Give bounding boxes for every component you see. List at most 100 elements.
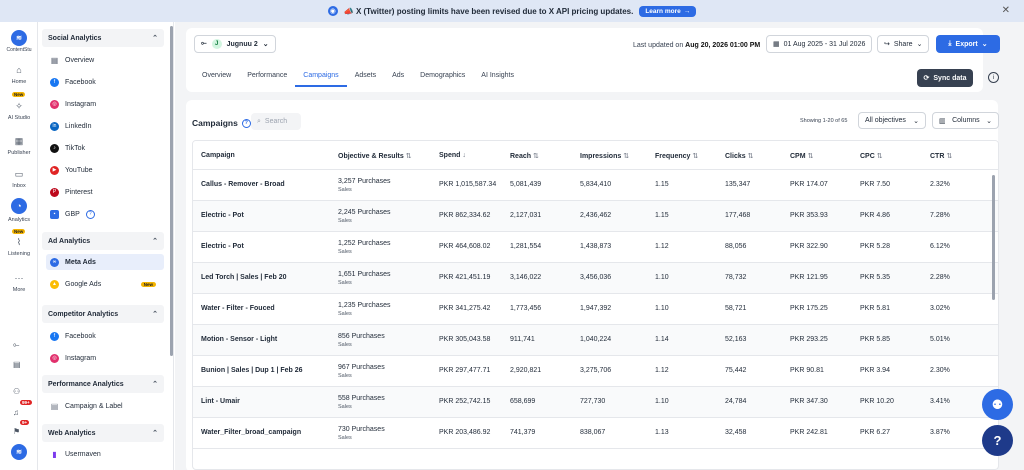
tab-ai-insights[interactable]: AI Insights <box>473 72 522 87</box>
clicks-value: 135,347 <box>725 181 751 188</box>
question-icon: ? <box>993 433 1002 448</box>
close-banner-icon[interactable]: ✕ <box>1002 5 1010 16</box>
date-range-picker[interactable]: ▦ 01 Aug 2025 - 31 Jul 2026 <box>766 35 873 53</box>
col-ctr[interactable]: CTR ⇅ <box>930 152 952 160</box>
objective-results: 730 Purchases Sales <box>338 425 385 443</box>
workspace-avatar[interactable]: ≋ <box>11 444 27 460</box>
sidebar-item-competitor-instagram[interactable]: ◎ Instagram <box>46 350 164 366</box>
rail-more[interactable]: ··· More <box>0 272 38 293</box>
objective-results: 967 Purchases Sales <box>338 363 385 381</box>
col-cpm[interactable]: CPM ⇅ <box>790 152 813 160</box>
brand-name: ContentStu <box>6 47 32 53</box>
competitor-analytics-header[interactable]: Competitor Analytics ⌃ <box>42 305 164 323</box>
col-spend[interactable]: Spend ↓ <box>439 152 466 159</box>
sidebar-item-gbp[interactable]: ▪ GBP? <box>46 206 164 222</box>
table-row[interactable]: Water_Filter_broad_campaign 730 Purchases… <box>193 418 998 449</box>
sidebar-item-meta-ads[interactable]: ∞ Meta Ads <box>46 254 164 270</box>
impressions-value: 3,275,706 <box>580 367 612 374</box>
col-reach[interactable]: Reach ⇅ <box>510 152 539 160</box>
rail-publisher[interactable]: ▦ Publisher <box>0 135 38 156</box>
col-impressions[interactable]: Impressions ⇅ <box>580 152 629 160</box>
table-row[interactable]: Bunion | Sales | Dup 1 | Feb 26 967 Purch… <box>193 356 998 387</box>
flag-icon[interactable]: ⚑ <box>13 427 20 436</box>
col-objective[interactable]: Objective & Results ⇅ <box>338 152 412 160</box>
objective-filter[interactable]: All objectives ⌄ <box>858 112 926 129</box>
tab-demographics[interactable]: Demographics <box>412 72 473 87</box>
table-row[interactable]: Electric - Pot 1,252 Purchases Sales PKR 46… <box>193 232 998 263</box>
col-clicks[interactable]: Clicks ⇅ <box>725 152 754 160</box>
campaign-search[interactable]: ⌕ Search <box>251 113 301 130</box>
rail-ai-studio[interactable]: ✧ AI Studio <box>0 100 38 121</box>
sidebar-item-instagram[interactable]: ◎ Instagram <box>46 96 164 112</box>
sidebar-item-usermaven[interactable]: ▮ Usermaven <box>46 446 164 462</box>
spend-value: PKR 1,015,587.34 <box>439 181 497 188</box>
frequency-value: 1.12 <box>655 367 669 374</box>
tab-performance[interactable]: Performance <box>239 72 295 87</box>
learn-more-button[interactable]: Learn more → <box>639 5 697 17</box>
objective-results: 1,252 Purchases Sales <box>338 239 391 257</box>
tab-adsets[interactable]: Adsets <box>347 72 384 87</box>
sidebar-item-campaign-label[interactable]: ▤ Campaign & Label <box>46 398 164 414</box>
sidebar-item-google-ads[interactable]: ▲ Google Ads New <box>46 276 164 292</box>
campaign-name: Lint - Umair <box>201 398 240 405</box>
table-row[interactable]: Water - Filter - Fouced 1,235 Purchases Sa… <box>193 294 998 325</box>
result-count: 1,235 Purchases <box>338 302 391 309</box>
rail-listening[interactable]: ⌇ Listening <box>0 236 38 257</box>
sync-data-button[interactable]: ⟳ Sync data <box>917 69 973 87</box>
table-row[interactable]: Led Torch | Sales | Feb 20 1,651 Purchase… <box>193 263 998 294</box>
book-icon[interactable]: ▤ <box>13 360 21 369</box>
chatbot-button[interactable]: ⚉ <box>982 389 1013 420</box>
sidebar-item-pinterest[interactable]: P Pinterest <box>46 184 164 200</box>
web-analytics-header[interactable]: Web Analytics ⌃ <box>42 424 164 442</box>
rail-inbox[interactable]: ▭ Inbox <box>0 168 38 189</box>
sidebar-scrollbar[interactable] <box>170 26 173 356</box>
help-button[interactable]: ? <box>982 425 1013 456</box>
sidebar-item-linkedin[interactable]: in LinkedIn <box>46 118 164 134</box>
megaphone-icon: ◉ <box>327 6 338 16</box>
robot-icon: ⚉ <box>991 396 1004 412</box>
table-scrollbar[interactable] <box>992 175 995 300</box>
columns-button[interactable]: ▥ Columns ⌄ <box>932 112 999 129</box>
brand-logo-icon[interactable]: ≋ <box>11 30 27 46</box>
sidebar-item-competitor-facebook[interactable]: f Facebook <box>46 328 164 344</box>
user-icon[interactable]: ⚇ <box>13 387 20 396</box>
col-campaign[interactable]: Campaign <box>201 152 235 159</box>
more-icon: ··· <box>14 273 24 283</box>
ctr-value: 3.02% <box>930 305 950 312</box>
table-row[interactable]: Electric - Pot 2,245 Purchases Sales PKR 86… <box>193 201 998 232</box>
listening-icon: ⌇ <box>16 237 22 247</box>
table-row[interactable]: Lint - Umair 558 Purchases Sales PKR 252,74… <box>193 387 998 418</box>
objective-type: Sales <box>338 435 352 441</box>
tab-ads[interactable]: Ads <box>384 72 412 87</box>
social-analytics-header[interactable]: Social Analytics ⌃ <box>42 29 164 47</box>
share-button[interactable]: ↪ Share ⌄ <box>877 35 930 53</box>
sidebar-item-facebook[interactable]: f Facebook <box>46 74 164 90</box>
campaign-name: Callus - Remover - Broad <box>201 181 285 188</box>
cpc-value: PKR 3.94 <box>860 367 890 374</box>
col-cpc[interactable]: CPC ⇅ <box>860 152 883 160</box>
tab-overview[interactable]: Overview <box>194 72 239 87</box>
clicks-value: 58,721 <box>725 305 747 312</box>
sidebar-item-youtube[interactable]: ▶ YouTube <box>46 162 164 178</box>
help-icon[interactable]: ? <box>85 209 95 219</box>
col-frequency[interactable]: Frequency ⇅ <box>655 152 698 160</box>
rail-home[interactable]: ⌂ Home <box>0 64 38 85</box>
sidebar-item-overview[interactable]: ▦ Overview <box>46 52 164 68</box>
table-row[interactable]: Motion - Sensor - Light 856 Purchases Sale… <box>193 325 998 356</box>
rail-analytics[interactable]: ◔ Analytics <box>0 198 38 223</box>
cpc-value: PKR 4.86 <box>860 212 890 219</box>
gbp-icon: ▪ <box>50 209 59 219</box>
export-button[interactable]: ⤓ Export ⌄ <box>936 35 1000 53</box>
spend-value: PKR 203,486.92 <box>439 429 491 436</box>
table-row[interactable]: Callus - Remover - Broad 3,257 Purchases S… <box>193 170 998 201</box>
ad-analytics-header[interactable]: Ad Analytics ⌃ <box>42 232 164 250</box>
help-icon[interactable]: ? <box>241 118 251 128</box>
chevron-up-icon: ⌃ <box>152 35 158 42</box>
workflow-icon[interactable]: ⟜ <box>13 340 19 350</box>
sidebar-item-tiktok[interactable]: ♪ TikTok <box>46 140 164 156</box>
tab-campaigns[interactable]: Campaigns <box>295 72 347 87</box>
bell-icon[interactable]: ♫ <box>13 408 19 417</box>
performance-analytics-header[interactable]: Performance Analytics ⌃ <box>42 375 164 393</box>
info-icon[interactable]: i <box>988 72 999 83</box>
account-selector[interactable]: ⟜ J Jugnuu 2 ⌄ <box>194 35 276 53</box>
